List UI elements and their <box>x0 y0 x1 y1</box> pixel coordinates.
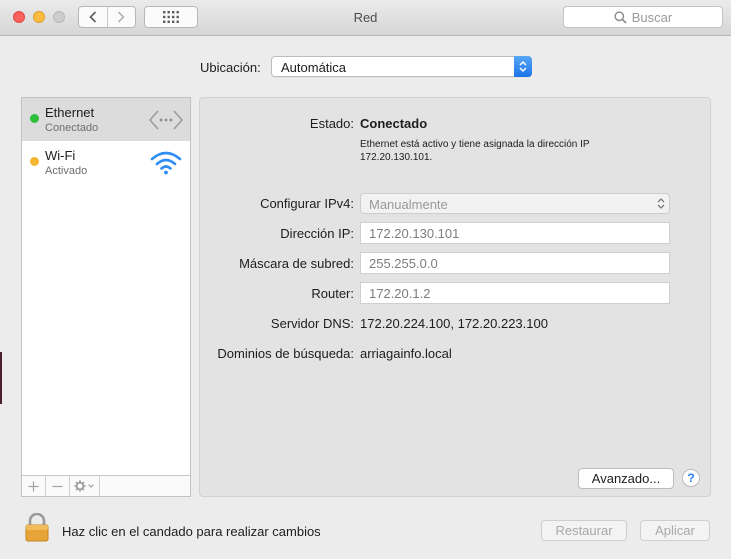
search-field[interactable]: Buscar <box>563 6 723 28</box>
network-detail-panel: Estado: Conectado Ethernet está activo y… <box>199 97 711 497</box>
service-name: Wi-Fi <box>45 148 76 163</box>
status-indicator-yellow <box>30 157 39 166</box>
minus-icon <box>52 485 63 487</box>
add-service-button[interactable] <box>22 476 46 496</box>
help-button[interactable]: ? <box>682 469 700 487</box>
advanced-button[interactable]: Avanzado... <box>578 468 674 489</box>
service-status: Activado <box>45 165 88 177</box>
search-placeholder: Buscar <box>631 9 673 25</box>
configure-ipv4-value: Manualmente <box>369 197 448 212</box>
service-item-ethernet[interactable]: Ethernet Conectado <box>22 98 190 141</box>
configure-ipv4-label: Configurar IPv4: <box>260 196 354 211</box>
updown-chevron-icon <box>519 60 527 73</box>
lock-icon <box>25 512 49 542</box>
updown-chevron-icon <box>657 198 665 209</box>
subnet-mask-field[interactable]: 255.255.0.0 <box>360 252 670 274</box>
lock-message: Haz clic en el candado para realizar cam… <box>62 524 321 539</box>
background-window-edge <box>0 352 2 404</box>
location-label: Ubicación: <box>200 60 261 75</box>
wifi-icon <box>148 148 184 178</box>
dns-server-value: 172.20.224.100, 172.20.223.100 <box>360 316 548 331</box>
configure-ipv4-select[interactable]: Manualmente <box>360 193 670 214</box>
search-domains-label: Dominios de búsqueda: <box>217 346 354 361</box>
plus-icon <box>28 481 39 491</box>
location-select[interactable]: Automática <box>271 56 532 77</box>
service-list-toolbar <box>22 475 190 496</box>
gear-icon <box>74 480 94 492</box>
service-item-wifi[interactable]: Wi-Fi Activado <box>22 141 190 184</box>
status-description: Ethernet está activo y tiene asignada la… <box>360 139 590 163</box>
search-domains-value: arriagainfo.local <box>360 346 452 361</box>
status-label: Estado: <box>309 116 354 131</box>
window-titlebar: Red Buscar <box>0 0 731 36</box>
router-label: Router: <box>311 286 354 301</box>
lock-button[interactable] <box>25 512 49 545</box>
location-select-arrows <box>514 56 532 77</box>
ip-address-label: Dirección IP: <box>280 226 354 241</box>
revert-button[interactable]: Restaurar <box>541 520 627 541</box>
service-name: Ethernet <box>45 105 95 120</box>
dns-server-label: Servidor DNS: <box>270 316 354 331</box>
apply-button[interactable]: Aplicar <box>640 520 710 541</box>
ethernet-icon <box>148 105 184 135</box>
ip-address-value: 172.20.130.101 <box>369 226 460 241</box>
subnet-mask-value: 255.255.0.0 <box>369 256 438 271</box>
service-list: Ethernet Conectado Wi-Fi Activado <box>21 97 191 497</box>
location-value: Automática <box>281 60 347 75</box>
router-value: 172.20.1.2 <box>369 286 431 301</box>
subnet-mask-label: Máscara de subred: <box>239 256 354 271</box>
search-icon <box>614 10 627 24</box>
status-value: Conectado <box>360 116 428 131</box>
service-status: Conectado <box>45 122 99 134</box>
ip-address-field[interactable]: 172.20.130.101 <box>360 222 670 244</box>
service-actions-menu-button[interactable] <box>70 476 100 496</box>
remove-service-button[interactable] <box>46 476 70 496</box>
status-indicator-green <box>30 114 39 123</box>
router-field[interactable]: 172.20.1.2 <box>360 282 670 304</box>
